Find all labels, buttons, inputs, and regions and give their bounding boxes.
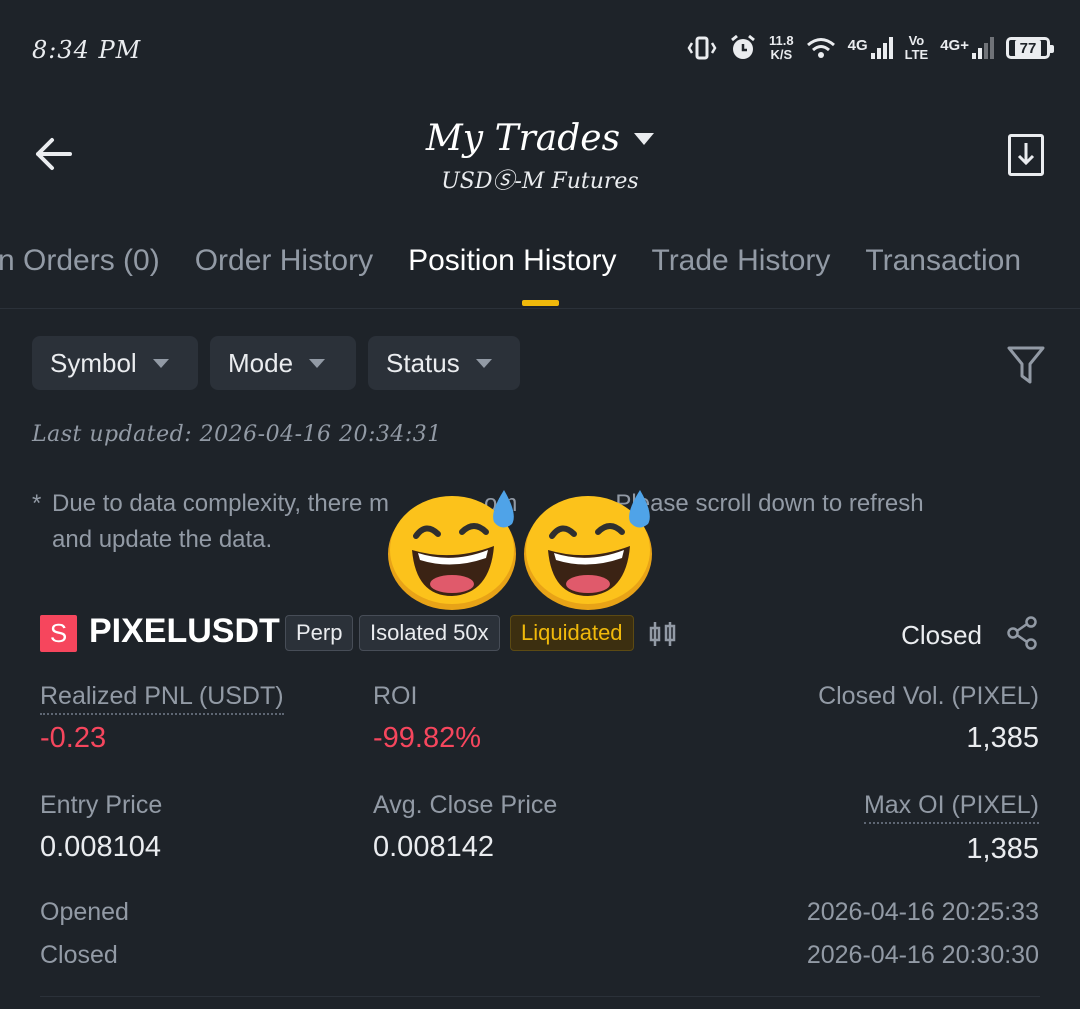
battery-icon: 77 <box>1006 37 1054 59</box>
symbol-name[interactable]: PIXELUSDT <box>89 612 280 651</box>
wifi-icon <box>806 38 835 58</box>
closed-label: Closed <box>40 941 118 969</box>
speed-value: 11.8 <box>769 33 794 48</box>
max-oi-value: 1,385 <box>966 833 1039 865</box>
chart-icon[interactable] <box>648 620 678 648</box>
closed-vol-value: 1,385 <box>966 722 1039 754</box>
page-subtitle: USDⓈ-M Futures <box>441 169 639 194</box>
filter-icon[interactable] <box>1006 344 1046 386</box>
mode-filter-label: Mode <box>228 347 294 378</box>
signal-4g-plus: 4G+ <box>940 37 994 59</box>
sweat-smile-emoji <box>388 490 516 610</box>
title-dropdown[interactable]: My Trades <box>425 118 655 159</box>
closed-time: 2026-04-16 20:30:30 <box>806 941 1039 969</box>
roi-value: -99.82% <box>373 722 482 754</box>
last-updated: Last updated: 2026-04-16 20:34:31 <box>32 422 442 447</box>
card-divider <box>40 996 1040 997</box>
realized-pnl-value: -0.23 <box>40 722 107 754</box>
closed-vol-label: Closed Vol. (PIXEL) <box>818 682 1039 710</box>
symbol-filter[interactable]: Symbol <box>32 336 198 390</box>
caret-down-icon <box>309 358 326 368</box>
caret-down-icon <box>475 358 492 368</box>
avg-close-price-value: 0.008142 <box>373 831 494 863</box>
status-icons: 11.8 K/S 4G Vo LTE 4G+ 77 <box>687 34 1054 62</box>
notice-star: * <box>32 490 42 517</box>
alarm-icon <box>731 34 755 59</box>
tab-open-orders[interactable]: n Orders (0) <box>0 244 160 278</box>
max-oi-label[interactable]: Max OI (PIXEL) <box>863 791 1039 824</box>
symbol-badge: S <box>40 615 77 652</box>
tab-transaction[interactable]: Transaction <box>865 244 1021 278</box>
mode-filter[interactable]: Mode <box>210 336 356 390</box>
notice-text-left: Due to data complexity, there m <box>52 490 390 517</box>
page-header: My Trades USDⓈ-M Futures <box>0 118 1080 195</box>
realized-pnl-label[interactable]: Realized PNL (USDT) <box>40 682 284 715</box>
speed-unit: K/S <box>770 47 793 62</box>
tag-perp: Perp <box>285 615 354 651</box>
page-title: My Trades <box>425 118 621 159</box>
download-button[interactable] <box>1008 134 1044 176</box>
entry-price-label: Entry Price <box>40 791 163 819</box>
status-time: 8:34 PM <box>32 36 142 64</box>
opened-label: Opened <box>40 898 129 926</box>
battery-level: 77 <box>1014 39 1042 57</box>
download-icon <box>1017 143 1035 166</box>
share-icon[interactable] <box>1006 616 1038 650</box>
volte-top: Vo <box>908 33 925 48</box>
entry-price-value: 0.008104 <box>40 831 161 863</box>
tab-trade-history[interactable]: Trade History <box>651 244 830 278</box>
net-label-3: 4G+ <box>940 37 969 54</box>
vibrate-icon <box>687 36 717 60</box>
notice-text-right: Please scroll down to refresh <box>615 490 924 517</box>
opened-time: 2026-04-16 20:25:33 <box>806 898 1039 926</box>
divider <box>0 308 1080 309</box>
tag-liquidated: Liquidated <box>510 615 634 651</box>
network-speed: 11.8 K/S <box>769 34 794 62</box>
notice-text-line2: and update the data. <box>52 526 273 553</box>
volte-indicator: Vo LTE <box>905 34 929 62</box>
position-status: Closed <box>901 620 982 650</box>
avg-close-price-label: Avg. Close Price <box>373 791 558 819</box>
volte-bottom: LTE <box>904 47 929 62</box>
net-label-1: 4G <box>847 37 868 54</box>
tab-bar: n Orders (0) Order History Position Hist… <box>0 244 1021 278</box>
tab-order-history[interactable]: Order History <box>195 244 373 278</box>
signal-icon-2 <box>972 37 994 59</box>
symbol-filter-label: Symbol <box>50 347 137 378</box>
sweat-smile-emoji-2 <box>524 490 652 610</box>
caret-down-icon <box>634 132 655 145</box>
signal-4g: 4G <box>848 37 893 59</box>
roi-label: ROI <box>373 682 418 710</box>
status-filter-label: Status <box>386 347 460 378</box>
tab-position-history[interactable]: Position History <box>408 244 616 278</box>
signal-icon <box>870 37 893 59</box>
active-tab-indicator <box>522 300 559 306</box>
caret-down-icon <box>152 358 169 368</box>
status-filter[interactable]: Status <box>368 336 520 390</box>
tag-margin-leverage: Isolated 50x <box>359 615 500 651</box>
